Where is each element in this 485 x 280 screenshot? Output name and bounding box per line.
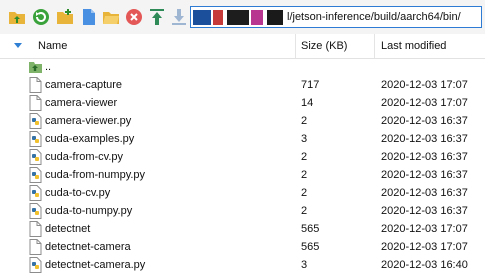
file-size: 2: [301, 115, 308, 127]
python-file-icon: [29, 203, 42, 219]
file-size: 565: [301, 223, 320, 235]
upload-icon[interactable]: [148, 8, 166, 26]
file-row[interactable]: detectnet-camera 565 2020-12-03 17:07: [0, 238, 485, 256]
file-name: detectnet: [45, 223, 91, 235]
python-file-icon: [29, 185, 42, 201]
new-file-icon[interactable]: [80, 8, 98, 26]
file-name: detectnet-camera: [45, 241, 131, 253]
file-name: camera-viewer.py: [45, 115, 132, 127]
file-modified: 2020-12-03 17:07: [381, 241, 468, 253]
file-size: 2: [301, 187, 308, 199]
column-size[interactable]: Size (KB): [301, 40, 347, 52]
parent-directory-row[interactable]: ..: [0, 58, 485, 76]
file-icon: [29, 239, 42, 255]
toolbar: l/jetson-inference/build/aarch64/bin/: [0, 0, 485, 35]
parent-folder-icon: [29, 62, 42, 73]
file-list: .. camera-capture 717 2020-12-03 17:07 camer…: [0, 58, 485, 274]
file-size: 2: [301, 151, 308, 163]
python-file-icon: [29, 149, 42, 165]
file-row[interactable]: cuda-to-numpy.py 2 2020-12-03 16:37: [0, 202, 485, 220]
column-last-modified[interactable]: Last modified: [381, 40, 446, 52]
file-row[interactable]: camera-capture 717 2020-12-03 17:07: [0, 76, 485, 94]
redacted-block: [227, 10, 249, 25]
file-row[interactable]: camera-viewer 14 2020-12-03 17:07: [0, 94, 485, 112]
file-size: 14: [301, 97, 314, 109]
file-modified: 2020-12-03 16:37: [381, 133, 468, 145]
new-folder-icon[interactable]: [56, 8, 74, 26]
file-name: cuda-examples.py: [45, 133, 135, 145]
sort-descending-icon[interactable]: [14, 43, 22, 48]
delete-icon[interactable]: [125, 8, 143, 26]
file-icon: [29, 95, 42, 111]
column-divider[interactable]: [374, 34, 375, 58]
file-modified: 2020-12-03 17:07: [381, 79, 468, 91]
file-name: cuda-to-cv.py: [45, 187, 111, 199]
file-name: camera-viewer: [45, 97, 118, 109]
file-modified: 2020-12-03 17:07: [381, 223, 468, 235]
file-size: 2: [301, 169, 308, 181]
file-modified: 2020-12-03 16:37: [381, 205, 468, 217]
file-name: cuda-from-cv.py: [45, 151, 124, 163]
python-file-icon: [29, 113, 42, 129]
file-modified: 2020-12-03 16:40: [381, 259, 468, 271]
file-row[interactable]: detectnet-camera.py 3 2020-12-03 16:40: [0, 256, 485, 274]
file-name: ..: [45, 61, 52, 73]
file-size: 3: [301, 133, 308, 145]
file-modified: 2020-12-03 17:07: [381, 97, 468, 109]
file-row[interactable]: cuda-from-numpy.py 2 2020-12-03 16:37: [0, 166, 485, 184]
file-name: cuda-from-numpy.py: [45, 169, 146, 181]
redacted-block: [193, 10, 211, 25]
path-text: l/jetson-inference/build/aarch64/bin/: [287, 11, 461, 23]
file-size: 565: [301, 241, 320, 253]
file-icon: [29, 77, 42, 93]
file-row[interactable]: detectnet 565 2020-12-03 17:07: [0, 220, 485, 238]
python-file-icon: [29, 257, 42, 273]
file-row[interactable]: camera-viewer.py 2 2020-12-03 16:37: [0, 112, 485, 130]
parent-folder-icon[interactable]: [8, 8, 26, 26]
download-icon[interactable]: [170, 8, 188, 26]
file-row[interactable]: cuda-from-cv.py 2 2020-12-03 16:37: [0, 148, 485, 166]
file-modified: 2020-12-03 16:37: [381, 115, 468, 127]
open-folder-icon[interactable]: [102, 8, 120, 26]
file-name: camera-capture: [45, 79, 123, 91]
file-icon: [29, 221, 42, 237]
file-modified: 2020-12-03 16:37: [381, 151, 468, 163]
python-file-icon: [29, 131, 42, 147]
file-modified: 2020-12-03 16:37: [381, 187, 468, 199]
file-size: 2: [301, 205, 308, 217]
column-divider[interactable]: [295, 34, 296, 58]
redacted-block: [213, 10, 223, 25]
file-row[interactable]: cuda-to-cv.py 2 2020-12-03 16:37: [0, 184, 485, 202]
file-name: cuda-to-numpy.py: [45, 205, 133, 217]
column-name[interactable]: Name: [38, 40, 67, 52]
redacted-block: [251, 10, 263, 25]
redacted-block: [267, 10, 283, 25]
column-header: Name Size (KB) Last modified: [0, 34, 485, 59]
python-file-icon: [29, 167, 42, 183]
refresh-icon[interactable]: [32, 8, 50, 26]
file-modified: 2020-12-03 16:37: [381, 169, 468, 181]
file-size: 3: [301, 259, 308, 271]
path-input[interactable]: l/jetson-inference/build/aarch64/bin/: [190, 6, 482, 28]
file-size: 717: [301, 79, 320, 91]
file-row[interactable]: cuda-examples.py 3 2020-12-03 16:37: [0, 130, 485, 148]
file-name: detectnet-camera.py: [45, 259, 146, 271]
